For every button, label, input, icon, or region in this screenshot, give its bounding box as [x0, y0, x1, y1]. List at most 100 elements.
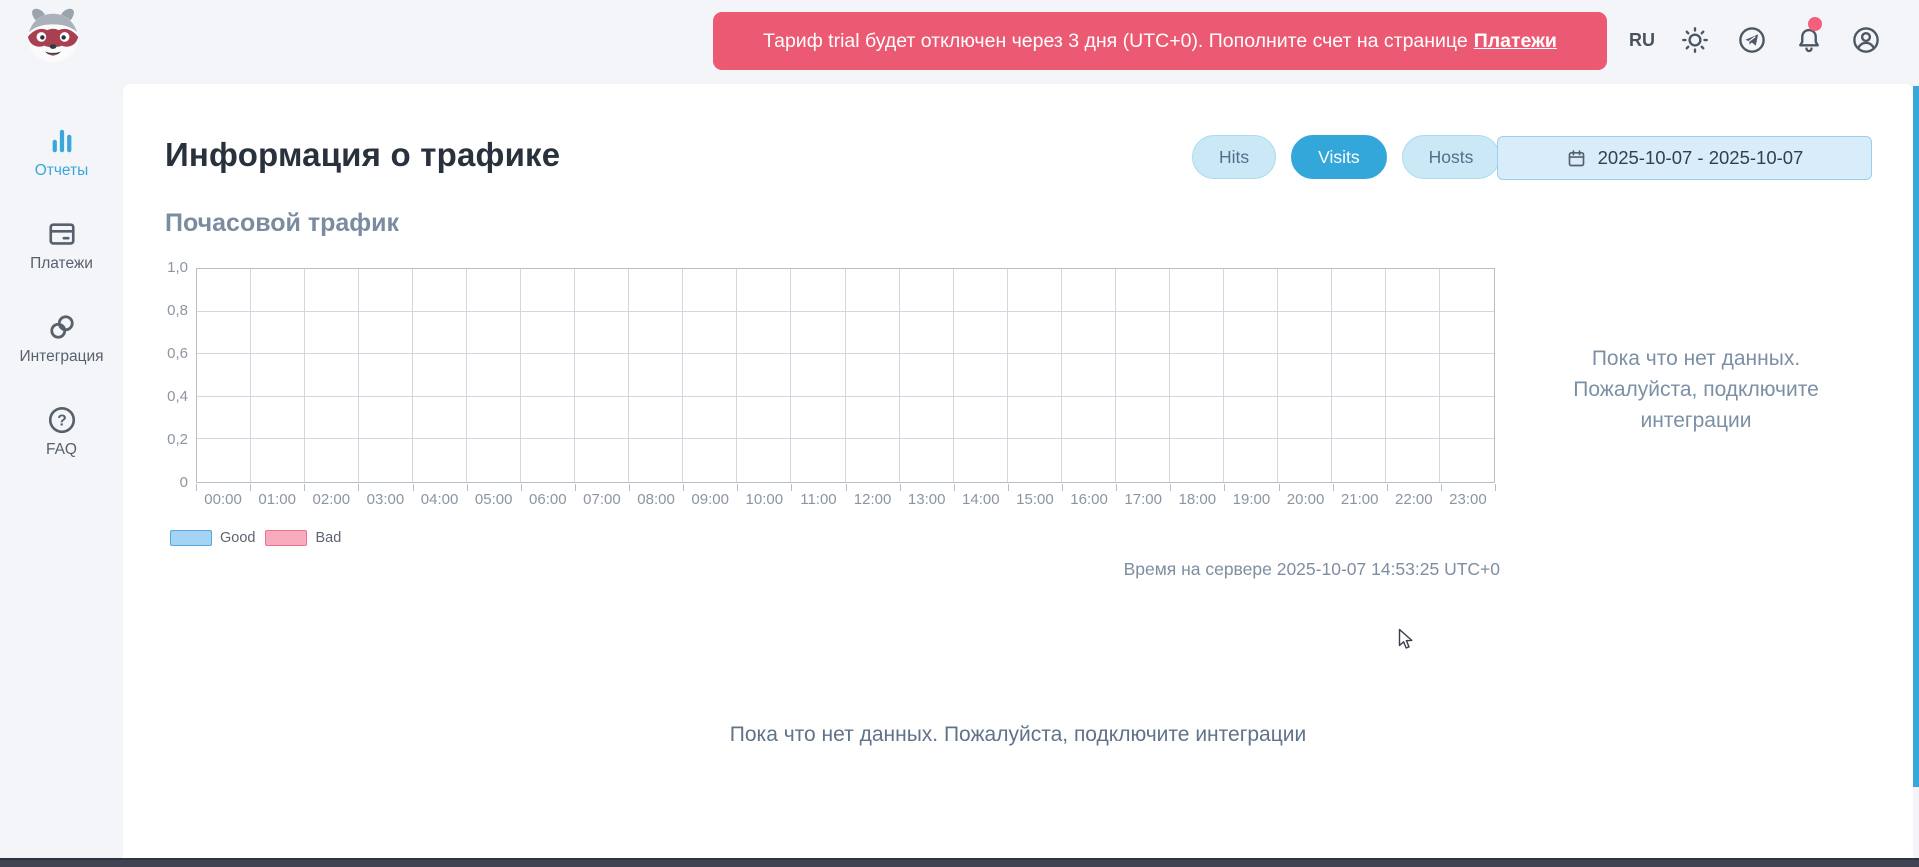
- axis-tick: [629, 484, 630, 491]
- grid-cell: [954, 439, 1008, 482]
- x-axis-label: 04:00: [421, 491, 459, 508]
- grid-cell: [1332, 397, 1386, 440]
- grid-cell: [900, 354, 954, 397]
- grid-cell: [683, 269, 737, 312]
- grid-cell: [1116, 439, 1170, 482]
- grid-cell: [575, 269, 629, 312]
- grid-cell: [629, 269, 683, 312]
- axis-tick: [1062, 484, 1063, 491]
- grid-cell: [467, 269, 521, 312]
- grid-cell: [251, 439, 305, 482]
- grid-cell: [359, 397, 413, 440]
- grid-cell: [791, 397, 845, 440]
- user-icon: [1851, 25, 1881, 55]
- grid-cell: [197, 354, 251, 397]
- credit-card-icon: [46, 219, 78, 249]
- grid-cell: [683, 312, 737, 355]
- x-axis-label: 01:00: [258, 491, 296, 508]
- x-axis-label: 00:00: [204, 491, 242, 508]
- grid-cell: [197, 312, 251, 355]
- tab-hits[interactable]: Hits: [1192, 135, 1276, 179]
- language-selector[interactable]: RU: [1622, 26, 1662, 54]
- y-axis-label: 0,2: [140, 431, 188, 448]
- grid-cell: [1224, 269, 1278, 312]
- grid-cell: [197, 439, 251, 482]
- x-axis-label: 22:00: [1395, 491, 1433, 508]
- grid-cell: [1116, 269, 1170, 312]
- sidebar-item-integration[interactable]: Интеграция: [7, 312, 117, 366]
- grid-cell: [1170, 312, 1224, 355]
- grid-cell: [954, 354, 1008, 397]
- grid-cell: [791, 354, 845, 397]
- grid-cell: [737, 397, 791, 440]
- grid-cell: [1440, 269, 1494, 312]
- grid-cell: [683, 397, 737, 440]
- raccoon-logo-icon: [22, 5, 84, 65]
- x-axis-label: 11:00: [800, 491, 836, 508]
- grid-cell: [1116, 397, 1170, 440]
- axis-tick: [1279, 484, 1280, 491]
- theme-toggle-button[interactable]: [1679, 24, 1711, 56]
- grid-cell: [575, 439, 629, 482]
- y-axis-label: 1,0: [140, 259, 188, 276]
- bar-chart-icon: [46, 126, 78, 156]
- sidebar-item-faq[interactable]: ?FAQ: [7, 405, 117, 459]
- grid-cell: [954, 312, 1008, 355]
- grid-cell: [575, 397, 629, 440]
- x-axis-label: 21:00: [1341, 491, 1379, 508]
- grid-cell: [251, 269, 305, 312]
- tab-hosts[interactable]: Hosts: [1402, 135, 1501, 179]
- grid-cell: [1278, 312, 1332, 355]
- grid-cell: [1386, 354, 1440, 397]
- grid-cell: [521, 354, 575, 397]
- sidebar-item-payments[interactable]: Платежи: [7, 219, 117, 273]
- grid-cell: [1386, 397, 1440, 440]
- grid-cell: [305, 397, 359, 440]
- grid-cell: [954, 397, 1008, 440]
- grid-cell: [1062, 397, 1116, 440]
- y-axis-label: 0,6: [140, 345, 188, 362]
- grid-cell: [1332, 312, 1386, 355]
- grid-cell: [1440, 312, 1494, 355]
- grid-cell: [1224, 354, 1278, 397]
- date-range-picker[interactable]: 2025-10-07 - 2025-10-07: [1497, 136, 1872, 180]
- grid-cell: [1116, 312, 1170, 355]
- telegram-button[interactable]: [1736, 24, 1768, 56]
- sidebar-item-reports[interactable]: Отчеты: [7, 126, 117, 180]
- axis-tick: [467, 484, 468, 491]
- link-icon: [46, 312, 78, 342]
- grid-cell: [846, 354, 900, 397]
- grid-cell: [305, 269, 359, 312]
- grid-cell: [413, 312, 467, 355]
- x-axis-label: 15:00: [1016, 491, 1054, 508]
- axis-tick: [683, 484, 684, 491]
- grid-cell: [1440, 354, 1494, 397]
- y-axis-label: 0: [140, 474, 188, 491]
- vertical-scrollbar[interactable]: [1913, 86, 1919, 787]
- sun-icon: [1680, 25, 1710, 55]
- bell-icon: [1794, 25, 1824, 55]
- account-button[interactable]: [1850, 24, 1882, 56]
- grid-cell: [197, 269, 251, 312]
- x-axis-label: 19:00: [1233, 491, 1271, 508]
- notification-badge: [1808, 17, 1822, 31]
- grid-cell: [900, 269, 954, 312]
- payments-link[interactable]: Платежи: [1474, 30, 1557, 53]
- grid-cell: [791, 269, 845, 312]
- grid-cell: [900, 439, 954, 482]
- grid-cell: [521, 439, 575, 482]
- grid-cell: [1008, 312, 1062, 355]
- app-logo[interactable]: [22, 5, 84, 65]
- grid-cell: [900, 397, 954, 440]
- chart-legend: GoodBad: [170, 530, 341, 546]
- grid-cell: [467, 439, 521, 482]
- axis-tick: [1224, 484, 1225, 491]
- grid-cell: [1278, 269, 1332, 312]
- grid-cell: [1170, 397, 1224, 440]
- grid-cell: [1278, 354, 1332, 397]
- tab-visits[interactable]: Visits: [1291, 135, 1387, 179]
- grid-cell: [846, 269, 900, 312]
- bottom-window-edge: [0, 858, 1919, 867]
- grid-cell: [575, 312, 629, 355]
- grid-cell: [359, 439, 413, 482]
